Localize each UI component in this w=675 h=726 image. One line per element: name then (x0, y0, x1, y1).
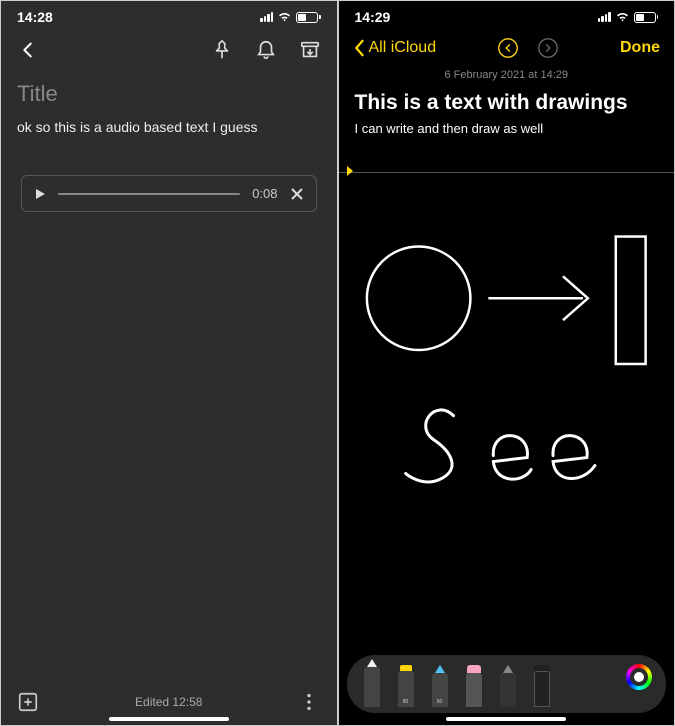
playhead-icon (347, 166, 353, 176)
add-button[interactable] (17, 691, 39, 713)
note-content: Title ok so this is a audio based text I… (1, 71, 337, 222)
remove-audio-button[interactable] (290, 187, 304, 201)
home-indicator[interactable] (446, 717, 566, 721)
lasso-tool[interactable] (497, 665, 519, 707)
archive-icon[interactable] (299, 39, 321, 61)
marker-tool[interactable]: 80 (395, 665, 417, 707)
back-button[interactable] (17, 39, 39, 61)
edited-label: Edited 12:58 (135, 695, 202, 709)
drawing-canvas[interactable] (339, 198, 675, 518)
reminder-icon[interactable] (255, 39, 277, 61)
wifi-icon (277, 9, 292, 25)
toolbar: All iCloud Done (339, 29, 675, 67)
notes-panel: 14:29 All iCloud Done 6 February (338, 0, 675, 726)
cellular-icon (260, 12, 273, 22)
back-button[interactable]: All iCloud (353, 39, 437, 57)
battery-icon (296, 12, 321, 23)
note-body[interactable]: I can write and then draw as well (339, 121, 675, 136)
pencil-tool[interactable]: 50 (429, 665, 451, 707)
tool-size-label: 50 (437, 699, 443, 705)
toolbar (1, 29, 337, 71)
color-picker[interactable] (626, 664, 652, 690)
keep-panel: 14:28 Title (0, 0, 338, 726)
bottom-bar: Edited 12:58 (1, 681, 337, 713)
back-label: All iCloud (369, 39, 437, 57)
home-indicator[interactable] (109, 717, 229, 721)
pin-icon[interactable] (211, 39, 233, 61)
undo-button[interactable] (497, 37, 519, 59)
status-indicators (260, 9, 321, 25)
ruler-tool[interactable] (531, 665, 553, 707)
eraser-tool[interactable] (463, 665, 485, 707)
audio-duration: 0:08 (252, 186, 277, 201)
redo-button (537, 37, 559, 59)
tool-size-label: 80 (403, 699, 409, 705)
status-time: 14:29 (355, 9, 391, 25)
note-title[interactable]: This is a text with drawings (339, 81, 675, 121)
wifi-icon (615, 9, 630, 25)
done-button[interactable]: Done (620, 39, 660, 57)
status-indicators (598, 9, 659, 25)
drawing-region-marker[interactable] (339, 166, 675, 178)
status-bar: 14:28 (1, 1, 337, 29)
more-button[interactable] (298, 691, 320, 713)
audio-track[interactable] (58, 193, 240, 195)
play-button[interactable] (34, 188, 46, 200)
status-bar: 14:29 (339, 1, 675, 29)
title-input[interactable]: Title (17, 81, 321, 107)
undo-redo-group (497, 37, 559, 59)
tool-tray: 80 50 (347, 655, 667, 713)
battery-icon (634, 12, 659, 23)
pen-tool[interactable] (361, 659, 383, 707)
note-body-text[interactable]: ok so this is a audio based text I guess (17, 119, 321, 135)
status-time: 14:28 (17, 9, 53, 25)
cellular-icon (598, 12, 611, 22)
note-date: 6 February 2021 at 14:29 (339, 69, 675, 81)
audio-player: 0:08 (21, 175, 317, 212)
